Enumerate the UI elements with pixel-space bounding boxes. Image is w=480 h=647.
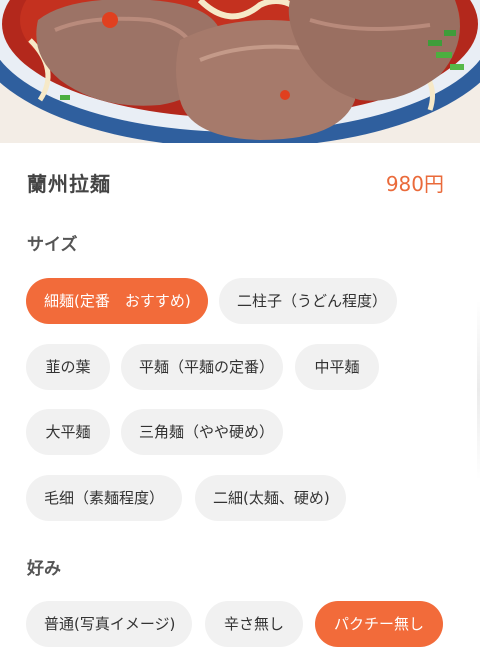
size-option-sankakumen[interactable]: 三角麺（やや硬め）	[121, 409, 283, 455]
dish-photo	[0, 0, 480, 143]
size-option-erxi[interactable]: 二細(太麺、硬め)	[195, 475, 346, 521]
size-option-nira-no-ha[interactable]: 韮の葉	[26, 344, 110, 390]
size-section-label: サイズ	[27, 235, 78, 255]
size-option-ohiramen[interactable]: 大平麺	[26, 409, 110, 455]
item-price: 980円	[385, 172, 444, 196]
preference-option-no-spice[interactable]: 辛さ無し	[205, 601, 303, 647]
size-option-erzhuzi[interactable]: 二柱子（うどん程度）	[219, 278, 397, 324]
preference-option-normal[interactable]: 普通(写真イメージ)	[26, 601, 192, 647]
preference-option-no-coriander[interactable]: パクチー無し	[315, 601, 443, 647]
ramen-bowl-image	[0, 0, 480, 143]
size-option-chuhiramen[interactable]: 中平麺	[295, 344, 379, 390]
preference-section-label: 好み	[27, 559, 61, 579]
size-option-hosomen[interactable]: 細麺(定番 おすすめ)	[26, 278, 208, 324]
size-option-hiramen[interactable]: 平麺（平麺の定番）	[121, 344, 283, 390]
item-name: 蘭州拉麺	[27, 172, 111, 196]
size-option-maoxi[interactable]: 毛细（素麺程度）	[26, 475, 182, 521]
item-options-sheet: 蘭州拉麺 980円 サイズ 細麺(定番 おすすめ) 二柱子（うどん程度） 韮の葉…	[0, 143, 480, 647]
